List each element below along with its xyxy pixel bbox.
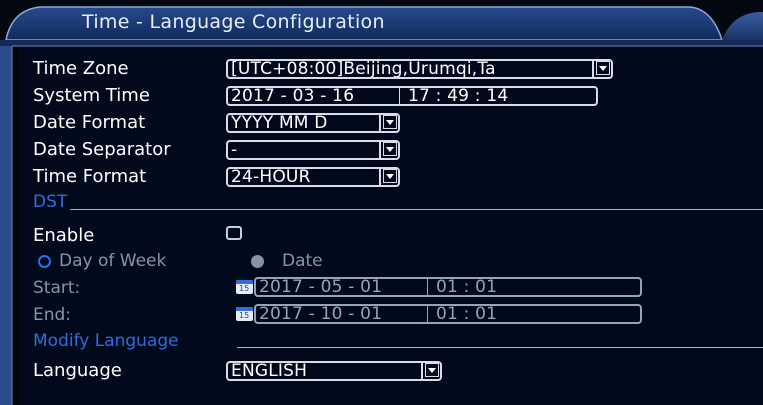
dropdown-divider (379, 115, 381, 131)
dst-start-input[interactable]: 2017 - 05 - 01 01 : 01 (254, 277, 642, 297)
time-zone-label: Time Zone (33, 58, 129, 79)
chevron-down-icon[interactable] (425, 363, 439, 377)
time-zone-select[interactable]: [UTC+08:00]Beijing,Urumqi,Ta (226, 59, 613, 79)
chevron-down-icon[interactable] (383, 169, 397, 183)
system-date-value[interactable]: 2017 - 03 - 16 (231, 88, 354, 104)
datetime-divider (427, 279, 428, 295)
date-radio[interactable] (251, 255, 264, 268)
date-format-select[interactable]: YYYY MM D (226, 113, 400, 133)
language-label: Language (33, 360, 122, 381)
system-time-label: System Time (33, 85, 150, 106)
dst-enable-checkbox[interactable] (226, 226, 242, 240)
system-time-value[interactable]: 17 : 49 : 14 (408, 88, 508, 104)
date-separator-value: - (231, 140, 238, 160)
dst-end-label: End: (33, 305, 72, 325)
dropdown-divider (592, 61, 594, 77)
dst-start-time[interactable]: 01 : 01 (436, 279, 497, 295)
dst-end-time[interactable]: 01 : 01 (436, 306, 497, 322)
day-of-week-label: Day of Week (59, 251, 167, 271)
chevron-down-icon[interactable] (383, 142, 397, 156)
window-title: Time - Language Configuration (82, 11, 385, 33)
section-divider (237, 347, 763, 348)
language-select[interactable]: ENGLISH (226, 361, 442, 381)
time-format-select[interactable]: 24-HOUR (226, 167, 400, 187)
dst-end-input[interactable]: 2017 - 10 - 01 01 : 01 (254, 304, 642, 324)
time-zone-value: [UTC+08:00]Beijing,Urumqi,Ta (231, 59, 496, 79)
date-separator-label: Date Separator (33, 139, 171, 160)
section-divider (70, 209, 763, 210)
time-format-label: Time Format (33, 166, 147, 187)
chevron-down-icon[interactable] (383, 115, 397, 129)
system-time-input[interactable]: 2017 - 03 - 16 17 : 49 : 14 (226, 86, 598, 106)
date-radio-label: Date (282, 251, 323, 271)
dst-enable-label: Enable (33, 225, 95, 246)
day-of-week-radio[interactable] (38, 255, 51, 268)
dropdown-divider (421, 363, 423, 379)
dst-start-date[interactable]: 2017 - 05 - 01 (259, 279, 382, 295)
calendar-icon[interactable]: 15 (236, 280, 253, 294)
dst-start-label: Start: (33, 278, 81, 298)
dst-section-title: DST (33, 192, 68, 212)
date-format-label: Date Format (33, 112, 146, 133)
dst-end-date[interactable]: 2017 - 10 - 01 (259, 306, 382, 322)
calendar-icon-text: 15 (239, 311, 250, 320)
language-value: ENGLISH (231, 361, 308, 381)
language-section-title: Modify Language (33, 331, 179, 351)
calendar-icon-text: 15 (239, 284, 250, 293)
dropdown-divider (379, 169, 381, 185)
chevron-down-icon[interactable] (596, 61, 610, 75)
datetime-divider (427, 306, 428, 322)
dropdown-divider (379, 142, 381, 158)
calendar-icon[interactable]: 15 (236, 307, 253, 321)
datetime-divider (399, 88, 400, 104)
time-format-value: 24-HOUR (231, 167, 311, 187)
date-format-value: YYYY MM D (231, 113, 328, 133)
date-separator-select[interactable]: - (226, 140, 400, 160)
